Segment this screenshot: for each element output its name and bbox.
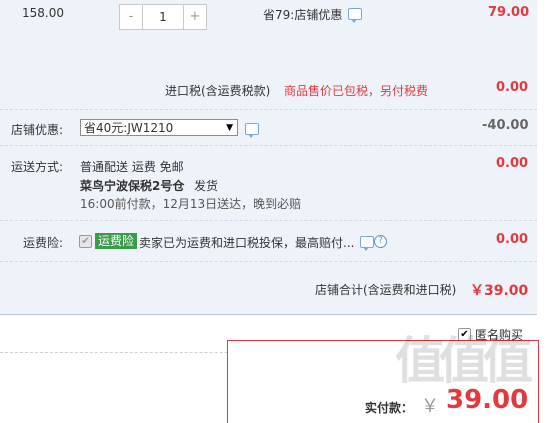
- import-tax-amount: 0.00: [496, 80, 529, 95]
- coupon-select[interactable]: 省40元:JW1210 ▼: [80, 119, 238, 136]
- import-tax-note: 商品售价已包税，另付税费: [284, 84, 429, 98]
- increase-button[interactable]: +: [184, 5, 206, 29]
- dropdown-arrow-icon: ▼: [226, 123, 233, 133]
- shipping-eta: 16:00前付款，12月13日送达，晚到必赔: [80, 197, 302, 211]
- import-tax-row: 进口税(含运费税款) 商品售价已包税，另付税费 0.00: [0, 66, 537, 110]
- chat-icon[interactable]: [348, 8, 362, 23]
- quantity-stepper[interactable]: - 1 +: [119, 4, 207, 30]
- help-icon[interactable]: ?: [374, 235, 387, 248]
- insurance-badge: 运费险: [95, 233, 138, 249]
- coupon-select-value: 省40元:JW1210: [84, 121, 174, 135]
- unit-price: 158.00: [22, 6, 64, 20]
- shop-discount-text: 省79:店铺优惠: [263, 8, 343, 22]
- shipping-warehouse: 菜鸟宁波保税2号仓: [80, 179, 185, 193]
- decrease-button[interactable]: -: [120, 5, 142, 29]
- insurance-checkbox: ✔: [79, 235, 92, 248]
- shipping-dispatch: 发货: [194, 179, 219, 193]
- shop-coupon-label: 店铺优惠:: [11, 123, 64, 137]
- watermark-logo: 值值值: [395, 332, 533, 390]
- insurance-label: 运费险:: [23, 236, 64, 250]
- shop-total-amount: ￥39.00: [470, 283, 529, 299]
- item-subtotal: 79.00: [488, 5, 530, 20]
- shipping-method: 普通配送 运费 免邮: [80, 160, 184, 174]
- product-row: 158.00 - 1 + 省79:店铺优惠 79.00: [0, 0, 537, 66]
- shipping-amount: 0.00: [496, 156, 529, 171]
- chat-icon[interactable]: [360, 236, 374, 251]
- quantity-input[interactable]: 1: [142, 5, 184, 29]
- import-tax-label: 进口税(含运费税款): [165, 84, 271, 98]
- shop-total-row: [0, 262, 537, 315]
- insurance-text: 卖家已为运费和进口税投保，最高赔付...: [139, 236, 355, 250]
- chat-icon[interactable]: [245, 123, 259, 138]
- shipping-label: 运送方式:: [11, 160, 64, 174]
- shop-coupon-amount: -40.00: [482, 118, 529, 133]
- shop-total-label: 店铺合计(含运费和进口税): [315, 283, 457, 297]
- insurance-amount: 0.00: [496, 232, 529, 247]
- payment-label: 实付款：: [365, 401, 414, 415]
